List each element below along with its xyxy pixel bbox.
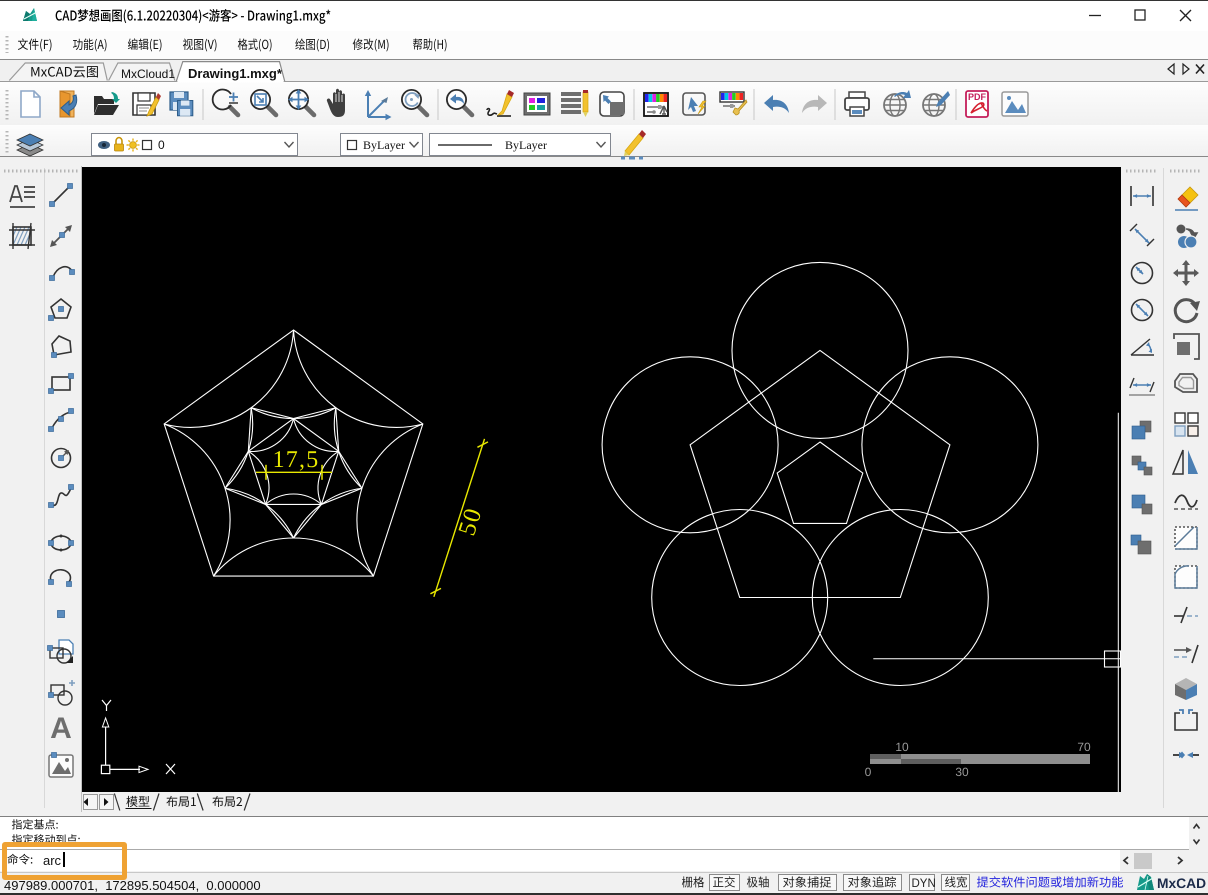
svg-text:PDF: PDF bbox=[968, 92, 987, 102]
svg-text:A: A bbox=[50, 712, 72, 745]
